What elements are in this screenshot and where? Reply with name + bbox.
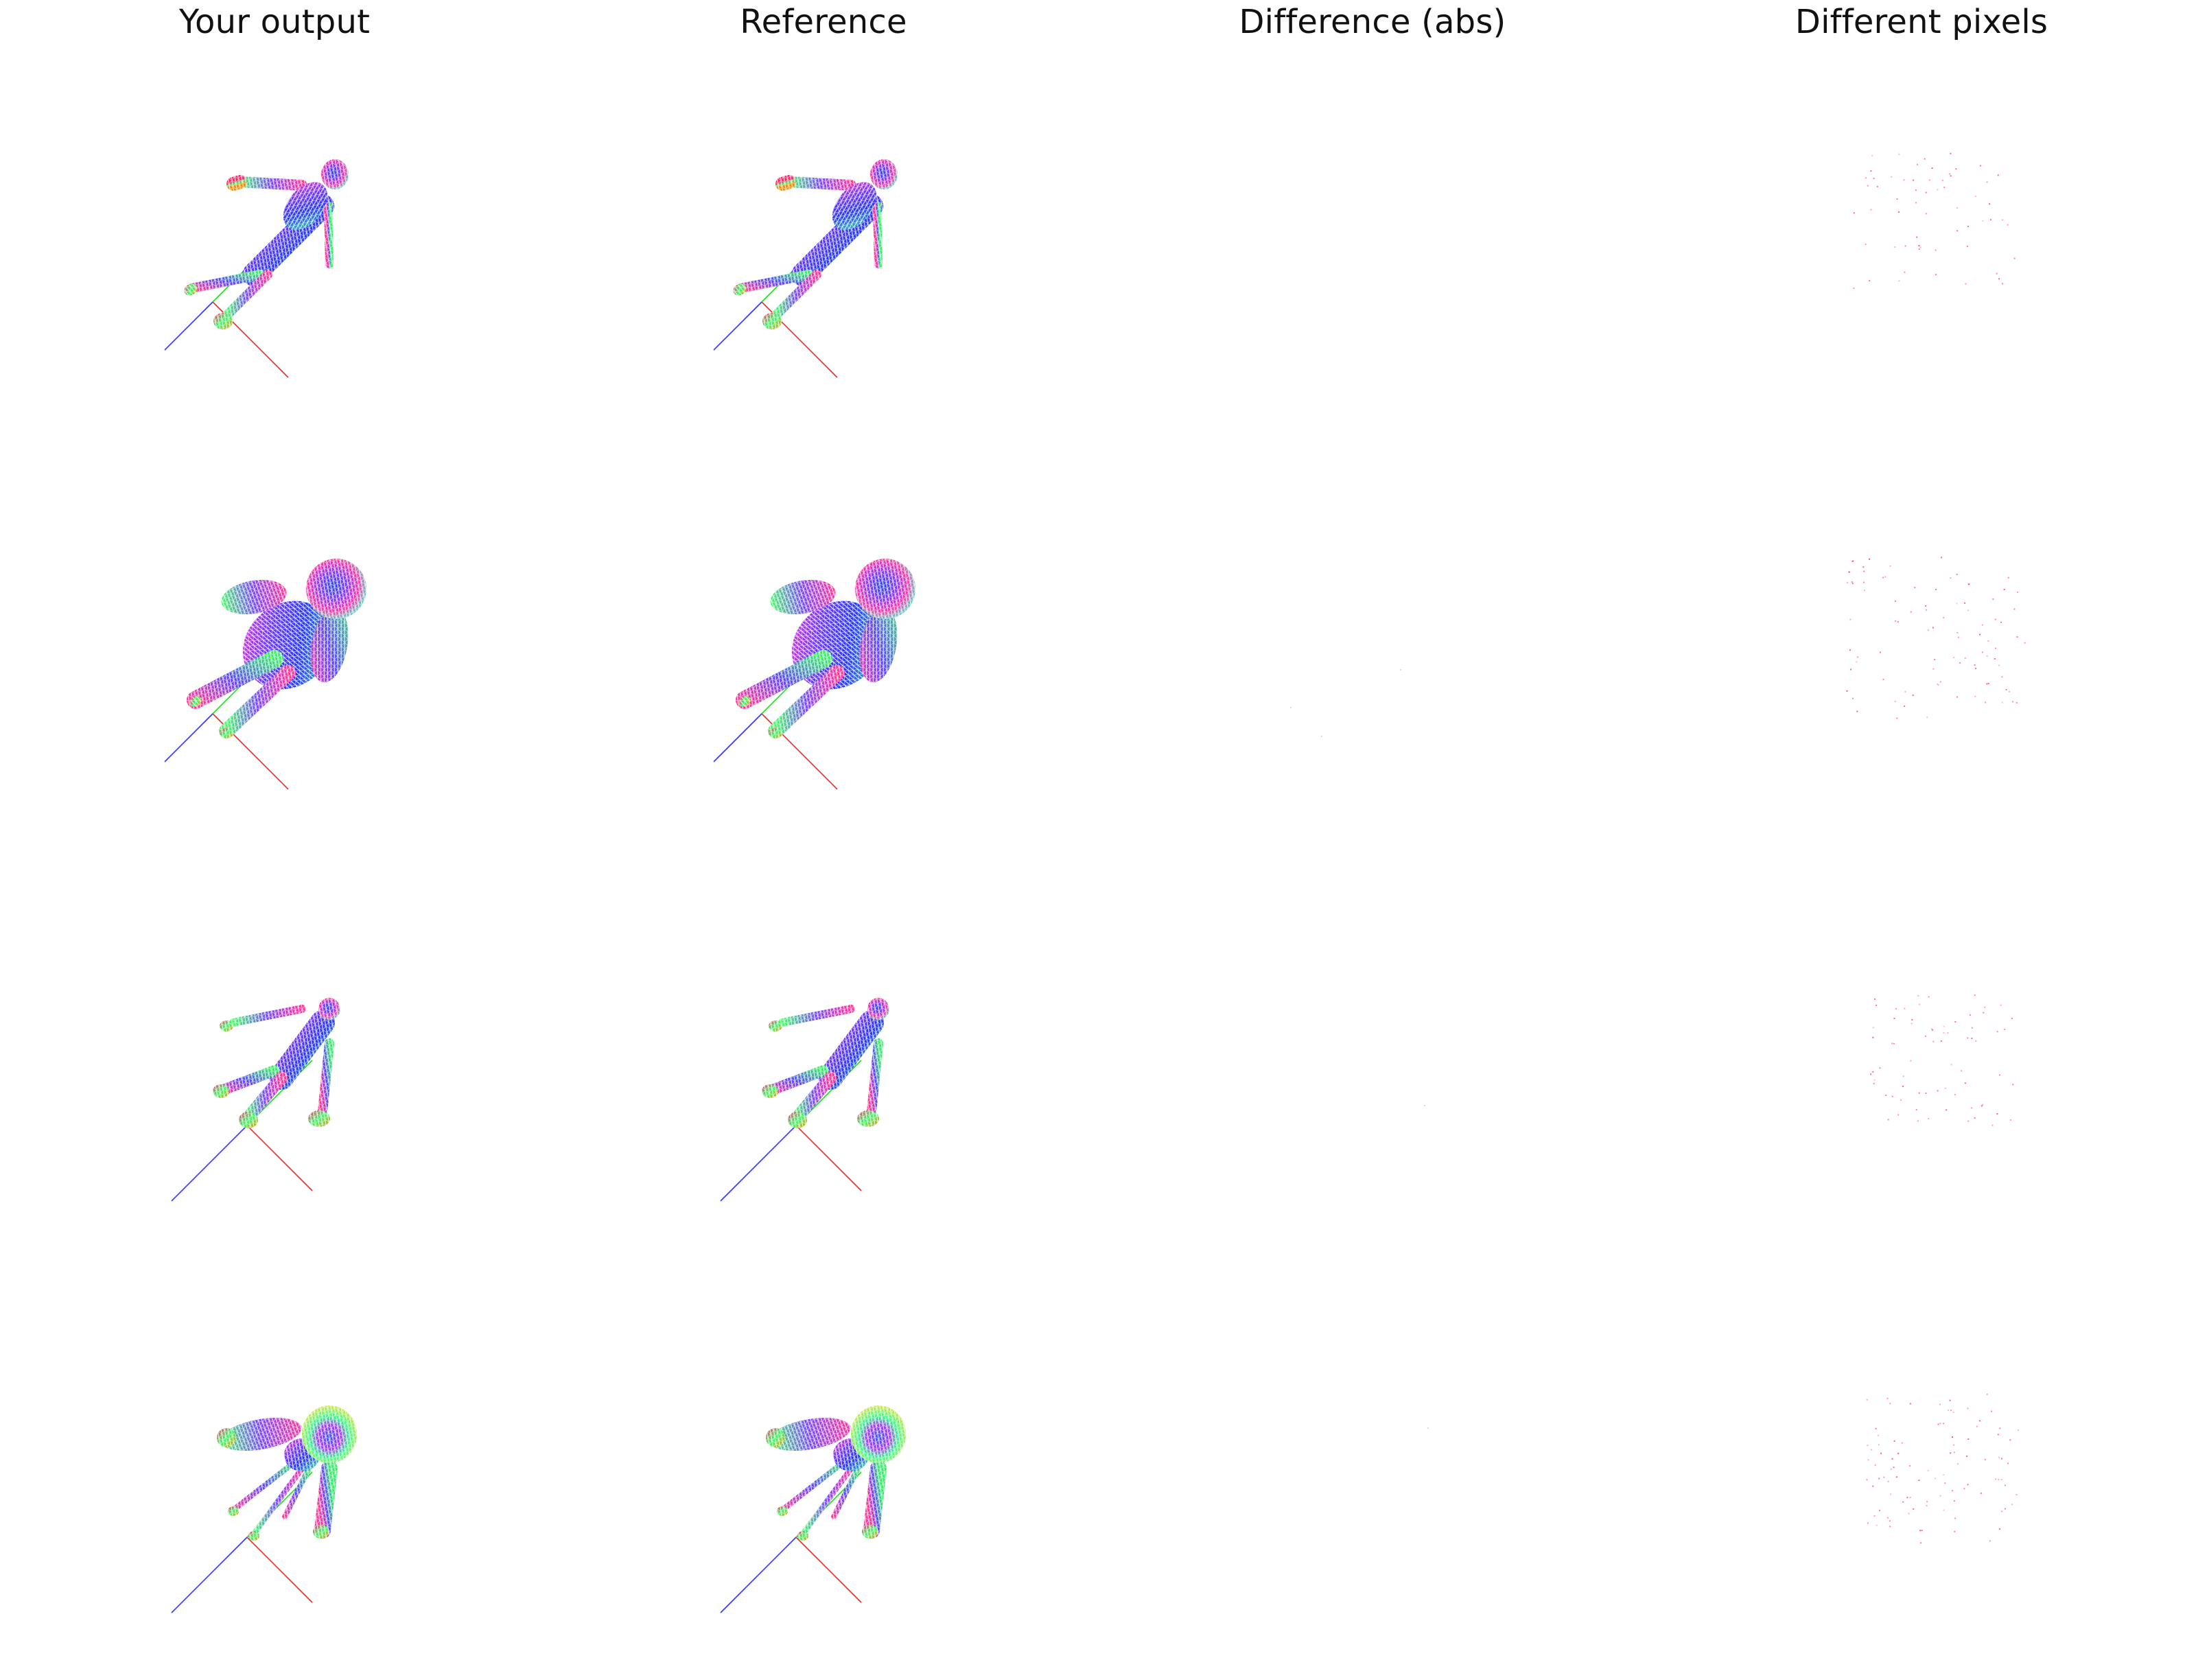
mesh-render-pose-2 — [164, 559, 366, 790]
diff-pixels-pose-3 — [1870, 994, 2014, 1126]
diff-pixels-pose-1 — [1853, 152, 2016, 289]
mesh-render-pose-4 — [720, 1405, 906, 1613]
mesh-render-pose-1 — [164, 159, 349, 378]
mesh-render-pose-1 — [713, 159, 898, 378]
mesh-render-pose-4 — [171, 1405, 357, 1613]
render-column-reference — [713, 159, 915, 1613]
render-column-your-output — [164, 159, 366, 1613]
render-column-difference-abs — [1290, 669, 1429, 1429]
comparison-grid — [164, 152, 2026, 1613]
mesh-render-pose-2 — [713, 559, 915, 790]
diff-pixels-pose-4 — [1866, 1393, 2019, 1544]
mesh-render-pose-3 — [171, 998, 340, 1202]
render-column-different-pixels — [1846, 152, 2026, 1544]
diff-pixels-pose-2 — [1846, 557, 2026, 719]
mesh-render-pose-3 — [720, 998, 889, 1202]
